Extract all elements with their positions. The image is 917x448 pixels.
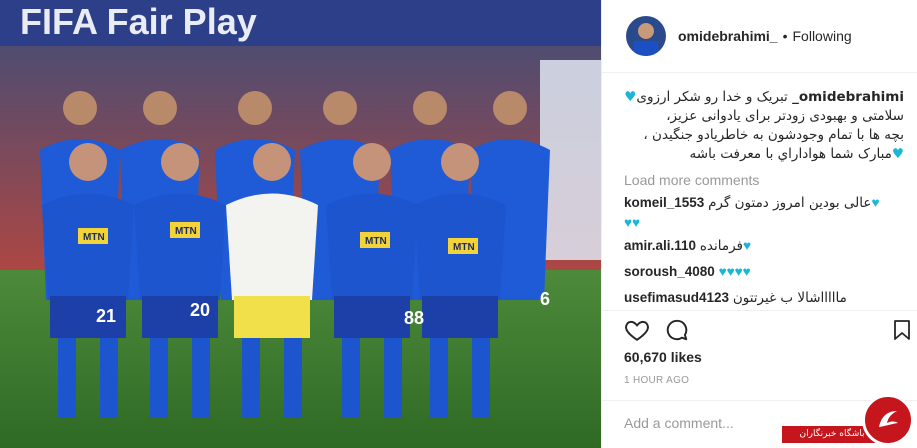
bookmark-icon[interactable]	[890, 317, 917, 345]
caption-line: بچه ها با تمام وجودشون به خاطریادو جنگید…	[643, 127, 904, 143]
comment-text: ماااااشالا ب غیرتتون	[732, 290, 847, 306]
heart-emoji-icon: ♥♥♥♥	[718, 264, 751, 279]
comment-text: عالی بودین امروز دمتون گرم	[708, 195, 872, 211]
comment-username[interactable]: amir.ali.110	[624, 238, 696, 253]
avatar[interactable]	[626, 16, 666, 56]
action-icons	[624, 317, 914, 345]
post-header: omidebrahimi_ • Following	[602, 0, 917, 73]
header-separator: •	[782, 28, 788, 44]
load-more-comments-link[interactable]: Load more comments	[624, 172, 904, 188]
comment-username[interactable]: soroush_4080	[624, 264, 715, 279]
comment-item: amir.ali.110 فرمانده♥	[624, 235, 904, 257]
sponsor-text: MTN	[365, 236, 387, 247]
caption-line: سلامتی و بهبودی زودتر برای یادوانی عزیز،	[666, 108, 904, 124]
sponsor-text: MTN	[453, 242, 475, 253]
comment-username[interactable]: komeil_1553	[624, 195, 704, 210]
likes-count[interactable]: 60,670 likes	[624, 349, 702, 365]
caption-line: omidebrahimi_ تبریک و خدا رو شکر ارزوی♥	[624, 88, 904, 107]
caption-text: تبریک و خدا رو شکر ارزوی	[636, 89, 788, 105]
sponsor-text: MTN	[83, 232, 105, 243]
watermark-emblem-icon	[862, 394, 914, 446]
heart-emoji-icon: ♥	[871, 195, 880, 210]
jersey-number: 20	[190, 300, 210, 320]
caption-text: مبارک شما هواداراي با معرفت باشه	[689, 146, 892, 162]
comment-item: soroush_4080 ♥♥♥♥	[624, 261, 904, 283]
comment-text: فرمانده	[699, 238, 743, 254]
sponsor-text: MTN	[175, 226, 197, 237]
team-photo: FIFA Fair Play 21 20 88 6 MTN MTN MTN MT…	[0, 0, 601, 448]
comment-icon[interactable]	[664, 317, 692, 345]
heart-emoji-icon: ♥	[624, 89, 637, 105]
following-button[interactable]: Following	[793, 28, 852, 44]
comment-item: usefimasud4123 ماااااشالا ب غیرتتون	[624, 287, 904, 309]
caption-line: ♥مبارک شما هواداراي با معرفت باشه	[624, 145, 904, 164]
caption-username[interactable]: omidebrahimi_	[792, 89, 904, 105]
jersey-number: 21	[96, 306, 116, 326]
watermark-logo: باشگاه خبرنگاران	[782, 392, 917, 448]
comment-item: komeil_1553 عالی بودین امروز دمتون گرم♥ …	[624, 192, 904, 231]
jersey-number: 6	[540, 289, 550, 309]
jersey-number: 88	[404, 308, 424, 328]
post-timestamp: 1 HOUR AGO	[624, 375, 690, 386]
heart-icon[interactable]	[624, 317, 652, 345]
heart-emoji-icon: ♥	[743, 238, 752, 253]
comment-username[interactable]: usefimasud4123	[624, 290, 729, 305]
heart-emoji-icon: ♥♥	[624, 215, 641, 230]
banner-text: FIFA Fair Play	[20, 1, 257, 42]
post-panel: omidebrahimi_ • Following omidebrahimi_ …	[601, 0, 917, 448]
post-photo[interactable]: FIFA Fair Play 21 20 88 6 MTN MTN MTN MT…	[0, 0, 601, 448]
heart-emoji-icon: ♥	[891, 146, 904, 162]
comments-section[interactable]: omidebrahimi_ تبریک و خدا رو شکر ارزوی♥ …	[602, 74, 917, 309]
header-username[interactable]: omidebrahimi_	[678, 28, 778, 44]
